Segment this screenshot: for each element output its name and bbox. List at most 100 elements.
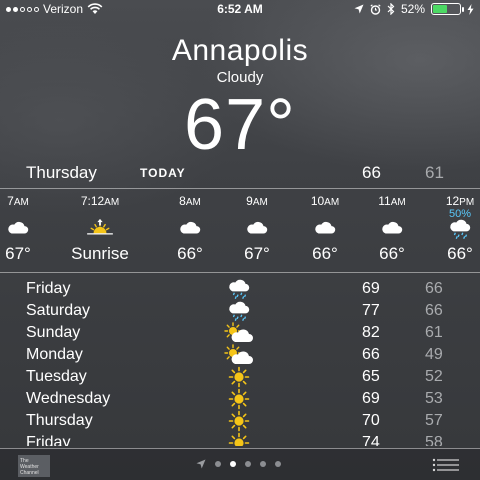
city-name: Annapolis [171,34,309,67]
page-dot[interactable] [215,461,221,467]
hour-ampm: AM [185,197,201,208]
cloud-icon [290,218,360,236]
day-high: 65 [362,368,380,385]
daily-forecast-row: Thursday 70 57 [0,410,480,432]
location-arrow-icon [196,459,206,469]
daily-forecast-row: Tuesday 65 52 [0,366,480,388]
day-high: 77 [362,302,380,319]
city-list-icon[interactable] [432,458,460,472]
charging-bolt-icon [467,3,474,15]
day-high: 82 [362,324,380,341]
partly-sunny-icon [224,344,254,366]
weather-channel-logo[interactable]: The Weather Channel [18,455,50,477]
alarm-clock-icon [370,3,381,15]
page-dot[interactable] [275,461,281,467]
hourly-forecast-strip[interactable]: 7AM 67° 7:12AM Sunrise 8AM 66° 9AM 67° 10AM 66° 11… [0,188,480,272]
signal-dot [13,6,18,12]
logo-text-line: Channel [20,470,39,476]
rain-cloud-icon [425,218,480,239]
signal-dot [6,6,11,12]
cloud-icon [222,218,292,236]
current-temperature: 67° [184,85,296,165]
rain-cloud-icon [224,300,254,322]
daily-forecast-row: Saturday 77 66 [0,300,480,322]
hour-ampm: AM [324,197,340,208]
sun-icon [224,432,254,446]
today-low: 61 [425,163,444,182]
day-high: 69 [362,280,380,297]
hourly-item: 9AM 67° [222,188,292,272]
hourly-item: 10AM 66° [290,188,360,272]
battery-percent: 52% [400,2,425,16]
day-name: Friday [26,280,71,297]
day-high: 69 [362,390,380,407]
day-high: 66 [362,346,380,363]
hour-time: 11AM [357,194,427,208]
carrier-name: Verizon [43,2,84,16]
status-bar: Verizon 6:52 AM 52% [0,0,480,18]
location-header: Annapolis Cloudy 67° [0,34,480,166]
signal-dot [34,6,39,12]
page-dot[interactable] [260,461,266,467]
signal-dot [20,6,25,12]
divider-bottom [0,272,480,273]
partly-sunny-icon [224,322,254,344]
hour-time-value: 12 [445,194,460,208]
sun-icon [224,366,254,388]
daily-forecast-row: Monday 66 49 [0,344,480,366]
battery-level-fill [433,5,447,13]
hour-time: 10AM [290,194,360,208]
status-left: Verizon [6,2,103,16]
cloud-icon [357,218,427,236]
bottom-toolbar: The Weather Channel [0,448,480,480]
hourly-item: 12PM 50% 66° [425,188,480,272]
page-dot[interactable] [245,461,251,467]
hour-temperature: 66° [447,244,473,263]
day-name: Monday [26,346,83,363]
hourly-item: 7AM 67° [0,188,53,272]
day-high: 70 [362,412,380,429]
hour-temperature: 66° [177,244,203,263]
hour-ampm: AM [252,197,268,208]
today-summary-row: Thursday TODAY 66 61 [0,160,480,186]
daily-forecast-row: Wednesday 69 53 [0,388,480,410]
today-day-name: Thursday [26,163,97,182]
day-high: 74 [362,434,380,446]
hour-time: 8AM [155,194,225,208]
signal-dot [27,6,32,12]
day-low: 57 [425,412,443,429]
day-low: 66 [425,302,443,319]
battery-icon [431,3,464,15]
day-name: Saturday [26,302,91,319]
hourly-item: 11AM 66° [357,188,427,272]
day-low: 52 [425,368,443,385]
hour-time: 7:12AM [65,194,135,208]
daily-forecast-row: Friday 74 58 [0,432,480,446]
wifi-icon [87,3,103,14]
sun-icon [224,388,254,410]
hour-ampm: AM [104,197,120,208]
location-arrow-icon [354,4,364,14]
cloud-icon [155,218,225,236]
page-indicator[interactable] [196,459,281,469]
daily-forecast-list[interactable]: Friday 69 66 Saturday 77 66 Sunday 82 61 Monday 66… [0,278,480,446]
hour-time-value: 11 [378,194,391,208]
hour-time-value: 8 [179,194,186,208]
hour-ampm: PM [459,197,475,208]
day-name: Thursday [26,412,93,429]
hour-temperature: Sunrise [71,244,129,263]
hour-time: 12PM [425,194,480,208]
rain-cloud-icon [224,278,254,300]
sun-icon [224,410,254,432]
hour-time-value: 10 [310,194,325,208]
daily-forecast-row: Friday 69 66 [0,278,480,300]
hour-ampm: AM [13,197,29,208]
signal-strength-icon [6,6,39,12]
today-label: TODAY [140,166,186,180]
status-right: 52% [354,2,474,16]
day-low: 58 [425,434,443,446]
day-name: Sunday [26,324,81,341]
page-dot[interactable] [230,461,236,467]
hour-time: 7AM [0,194,53,208]
day-name: Tuesday [26,368,87,385]
